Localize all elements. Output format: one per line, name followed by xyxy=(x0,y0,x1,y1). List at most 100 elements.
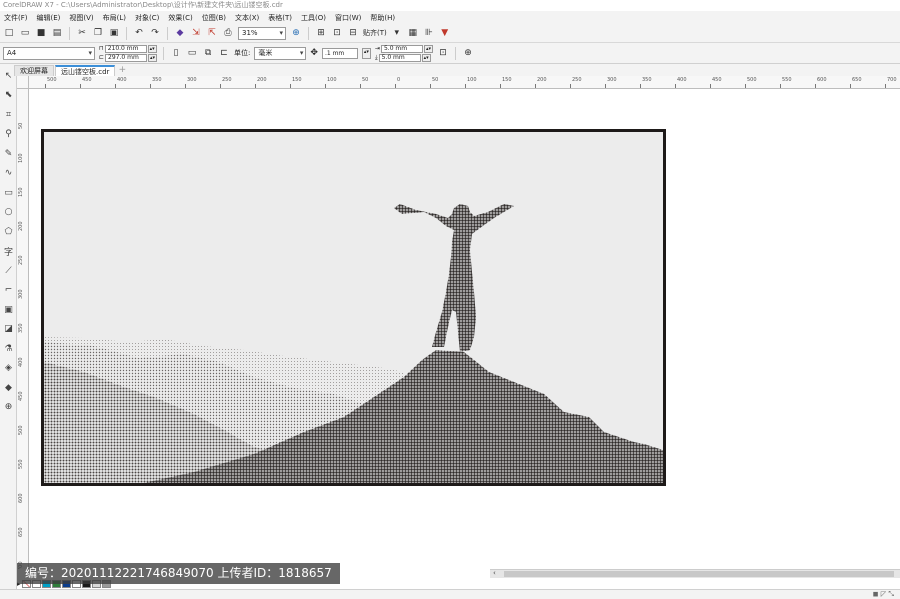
application-launcher-icon[interactable]: ▦ xyxy=(407,27,419,39)
ruler-tick xyxy=(150,84,151,88)
welcome-screen-icon[interactable]: ⊪ xyxy=(423,27,435,39)
ruler-tick xyxy=(255,84,256,88)
ruler-tick-label: 400 xyxy=(18,357,24,367)
page-width-field[interactable]: 210.0 mm xyxy=(104,44,147,53)
vertical-ruler[interactable]: 5010015020025030035040045050055060065070… xyxy=(17,89,29,569)
menu-bitmaps[interactable]: 位图(B) xyxy=(202,13,226,23)
horizontal-ruler[interactable]: 500 450 400 350 300 250 200 150 100 50 0 50 100 150 20… xyxy=(29,76,900,89)
transparency-tool-icon[interactable]: ◪ xyxy=(0,320,17,340)
scroll-thumb[interactable] xyxy=(504,571,894,577)
snap-to-dropdown[interactable]: 贴齐(T) xyxy=(363,28,387,38)
tab-document[interactable]: 远山镂空板.cdr xyxy=(55,65,116,76)
guidelines-icon[interactable]: ⊟ xyxy=(347,27,359,39)
print-icon[interactable]: ▤ xyxy=(51,27,63,39)
horizontal-scrollbar[interactable]: ‹ xyxy=(490,569,900,578)
units-select[interactable]: 毫米 xyxy=(254,46,307,60)
freehand-tool-icon[interactable]: ✎ xyxy=(0,144,17,164)
ruler-tick-label: 550 xyxy=(18,459,24,469)
page-height-field[interactable]: 297.0 mm xyxy=(105,53,148,62)
save-icon[interactable]: ■ xyxy=(35,27,47,39)
redo-icon[interactable]: ↷ xyxy=(149,27,161,39)
parallel-dimension-icon[interactable]: ⟋ xyxy=(0,261,17,281)
ruler-tick xyxy=(535,84,536,88)
nudge-spinner[interactable]: ▴▾ xyxy=(361,47,371,59)
open-icon[interactable]: ▭ xyxy=(19,27,31,39)
landscape-icon[interactable]: ▭ xyxy=(186,47,198,59)
import-icon[interactable]: ⇲ xyxy=(190,27,202,39)
ruler-tick-label: 500 xyxy=(47,77,57,83)
artistic-media-icon[interactable]: ∿ xyxy=(0,164,17,184)
zoom-select[interactable]: 31% xyxy=(238,26,286,40)
interactive-fill-icon[interactable]: ◈ xyxy=(0,359,17,379)
menu-help[interactable]: 帮助(H) xyxy=(370,13,395,23)
add-tool-icon[interactable]: ⊕ xyxy=(0,398,17,418)
cut-icon[interactable]: ✂ xyxy=(76,27,88,39)
ruler-tick xyxy=(710,84,711,88)
treat-as-filled-icon[interactable]: ⊡ xyxy=(437,47,449,59)
menu-edit[interactable]: 编辑(E) xyxy=(37,13,61,23)
full-screen-icon[interactable]: ⊕ xyxy=(290,27,302,39)
portrait-icon[interactable]: ▯ xyxy=(170,47,182,59)
menu-table[interactable]: 表格(T) xyxy=(268,13,292,23)
export-icon[interactable]: ⇱ xyxy=(206,27,218,39)
color-eyedropper-icon[interactable]: ⚗ xyxy=(0,339,17,359)
shape-tool-icon[interactable]: ⬉ xyxy=(0,86,17,106)
menu-object[interactable]: 对象(C) xyxy=(135,13,159,23)
ruler-tick xyxy=(850,84,851,88)
height-spinner[interactable]: ▴▾ xyxy=(148,53,158,62)
ruler-tick-label: 300 xyxy=(18,289,24,299)
crop-tool-icon[interactable]: ⌗ xyxy=(0,105,17,125)
ruler-tick-label: 450 xyxy=(18,391,24,401)
drop-shadow-icon[interactable]: ▣ xyxy=(0,300,17,320)
copy-icon[interactable]: ❐ xyxy=(92,27,104,39)
menu-layout[interactable]: 布局(L) xyxy=(103,13,126,23)
search-content-icon[interactable]: ◆ xyxy=(174,27,186,39)
dup-x-icon: ⇥ xyxy=(374,45,380,52)
ruler-tick-label: 300 xyxy=(187,77,197,83)
publish-pdf-icon[interactable]: ⎙ xyxy=(222,27,234,39)
dup-y-spinner[interactable]: ▴▾ xyxy=(421,53,431,62)
text-tool-icon[interactable]: 字 xyxy=(0,242,17,262)
options-icon[interactable]: ▾ xyxy=(391,27,403,39)
undo-icon[interactable]: ↶ xyxy=(133,27,145,39)
rectangle-tool-icon[interactable]: ▭ xyxy=(0,183,17,203)
menu-text[interactable]: 文本(X) xyxy=(235,13,259,23)
ruler-tick-label: 700 xyxy=(887,77,897,83)
zoom-tool-icon[interactable]: ⚲ xyxy=(0,125,17,145)
dup-x-spinner[interactable]: ▴▾ xyxy=(423,44,433,53)
all-pages-icon[interactable]: ⧉ xyxy=(202,47,214,59)
menu-view[interactable]: 视图(V) xyxy=(69,13,93,23)
ruler-tick xyxy=(500,84,501,88)
nudge-distance-field[interactable]: .1 mm xyxy=(321,47,358,59)
ruler-corner[interactable] xyxy=(17,76,29,89)
connector-tool-icon[interactable]: ⌐ xyxy=(0,281,17,301)
summit-figure xyxy=(394,204,514,352)
ruler-tick xyxy=(570,84,571,88)
width-spinner[interactable]: ▴▾ xyxy=(147,44,157,53)
page-size-select[interactable]: A4 xyxy=(3,46,95,60)
smart-fill-icon[interactable]: ◆ xyxy=(0,378,17,398)
menu-tools[interactable]: 工具(O) xyxy=(301,13,326,23)
rulers-icon[interactable]: ⊞ xyxy=(315,27,327,39)
status-bar: ◼ ◸ ⤡ xyxy=(0,589,900,599)
options-plus-icon[interactable]: ⊕ xyxy=(462,47,474,59)
artwork-mountain-figure[interactable] xyxy=(41,129,666,486)
ruler-tick xyxy=(290,84,291,88)
paste-icon[interactable]: ▣ xyxy=(108,27,120,39)
menu-file[interactable]: 文件(F) xyxy=(4,13,28,23)
duplicate-x-field[interactable]: 5.0 mm xyxy=(380,44,423,53)
ruler-tick xyxy=(360,84,361,88)
new-tab-icon[interactable]: + xyxy=(116,65,128,76)
new-icon[interactable]: □ xyxy=(3,27,15,39)
launcher-dropdown-icon[interactable]: ▼ xyxy=(439,27,451,39)
ellipse-tool-icon[interactable]: ○ xyxy=(0,203,17,223)
menu-window[interactable]: 窗口(W) xyxy=(335,13,361,23)
current-page-icon[interactable]: ⊏ xyxy=(218,47,230,59)
window-title: CorelDRAW X7 - C:\Users\Administrator\De… xyxy=(0,0,900,11)
grid-icon[interactable]: ⊡ xyxy=(331,27,343,39)
scroll-left-icon[interactable]: ‹ xyxy=(493,569,496,577)
duplicate-y-field[interactable]: 5.0 mm xyxy=(378,53,421,62)
menu-effects[interactable]: 效果(C) xyxy=(168,13,192,23)
polygon-tool-icon[interactable]: ⬠ xyxy=(0,222,17,242)
tab-welcome-screen[interactable]: 欢迎屏幕 xyxy=(14,65,54,76)
